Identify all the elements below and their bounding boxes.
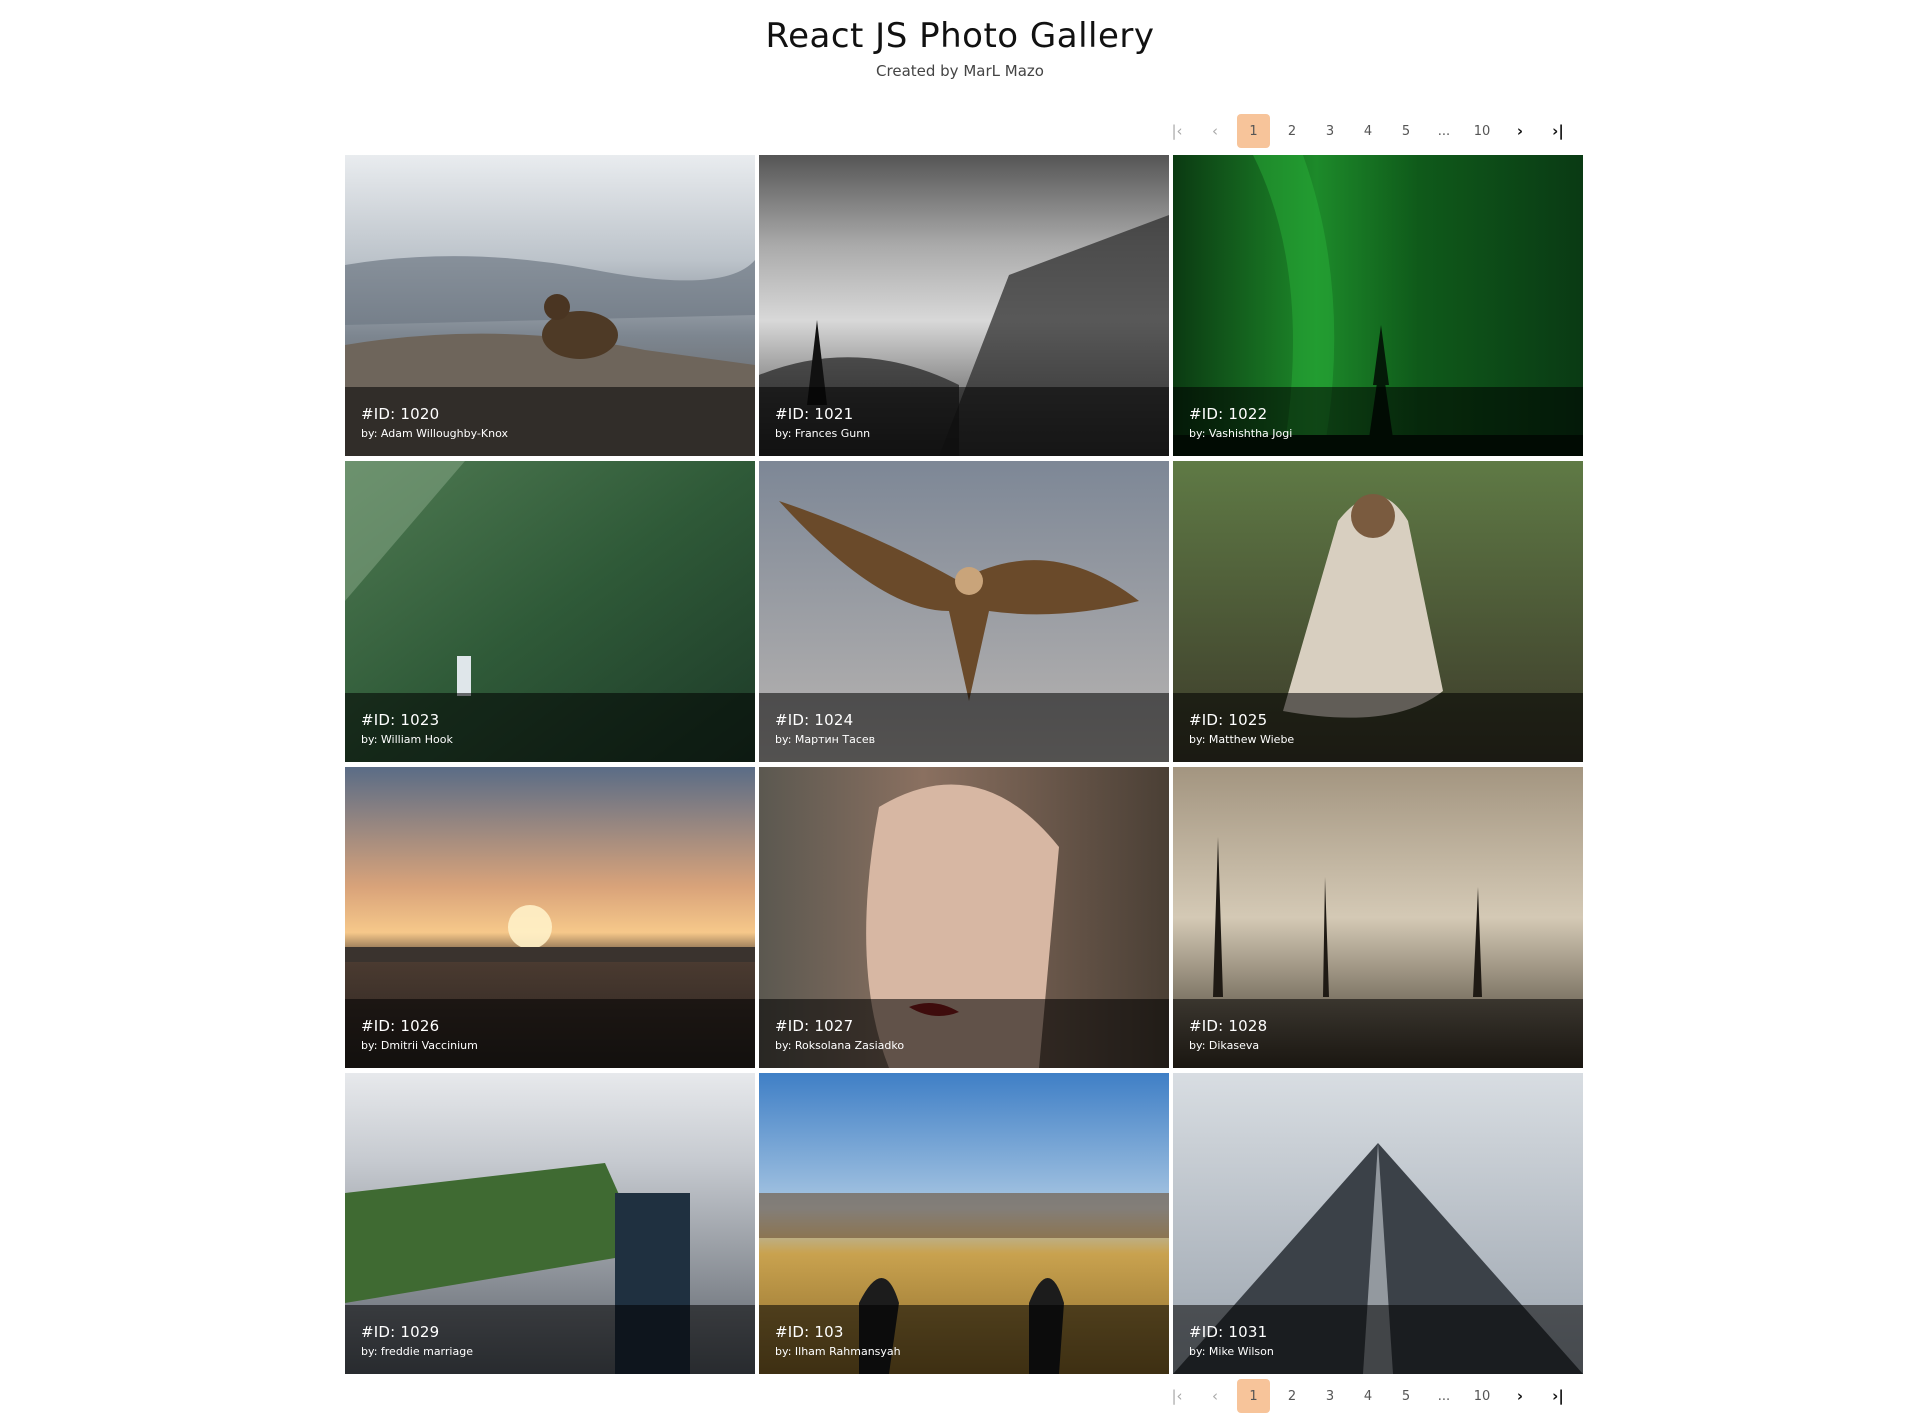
photo-id: #ID: 1027 (775, 1017, 854, 1035)
page-ellipsis[interactable]: ... (1425, 1379, 1463, 1413)
photo-id: #ID: 1026 (361, 1017, 440, 1035)
photo-id: #ID: 1028 (1189, 1017, 1268, 1035)
photo-id: #ID: 1031 (1189, 1323, 1268, 1341)
page-link-3[interactable]: 3 (1311, 114, 1349, 148)
photo-author: by: Frances Gunn (775, 427, 871, 440)
photo-caption: #ID: 1021 by: Frances Gunn (759, 387, 1169, 456)
photo-id: #ID: 1029 (361, 1323, 440, 1341)
page-link-1[interactable]: 1 (1237, 1379, 1270, 1413)
last-page-icon[interactable]: ›| (1539, 1379, 1577, 1413)
photo-author: by: Mike Wilson (1189, 1345, 1274, 1358)
first-page-icon[interactable]: |‹ (1158, 114, 1196, 148)
photo-author: by: Мартин Тасев (775, 733, 876, 746)
photo-caption: #ID: 1020 by: Adam Willoughby-Knox (345, 387, 755, 456)
first-page-icon[interactable]: |‹ (1158, 1379, 1196, 1413)
page-link-5[interactable]: 5 (1387, 114, 1425, 148)
page-link-10[interactable]: 10 (1463, 1379, 1501, 1413)
photo-card[interactable]: #ID: 1028 by: Dikaseva (1173, 767, 1583, 1068)
photo-card[interactable]: #ID: 1029 by: freddie marriage (345, 1073, 755, 1374)
photo-caption: #ID: 1025 by: Matthew Wiebe (1173, 693, 1583, 762)
photo-card[interactable]: #ID: 1027 by: Roksolana Zasiadko (759, 767, 1169, 1068)
photo-caption: #ID: 1026 by: Dmitrii Vaccinium (345, 999, 755, 1068)
photo-card[interactable]: #ID: 1026 by: Dmitrii Vaccinium (345, 767, 755, 1068)
page-link-5[interactable]: 5 (1387, 1379, 1425, 1413)
photo-id: #ID: 1022 (1189, 405, 1268, 423)
photo-card[interactable]: #ID: 1022 by: Vashishtha Jogi (1173, 155, 1583, 456)
photo-card[interactable]: #ID: 1020 by: Adam Willoughby-Knox (345, 155, 755, 456)
photo-author: by: William Hook (361, 733, 453, 746)
photo-caption: #ID: 1023 by: William Hook (345, 693, 755, 762)
photo-id: #ID: 1020 (361, 405, 440, 423)
page-link-3[interactable]: 3 (1311, 1379, 1349, 1413)
photo-author: by: Dmitrii Vaccinium (361, 1039, 478, 1052)
photo-id: #ID: 1024 (775, 711, 854, 729)
photo-card[interactable]: #ID: 103 by: Ilham Rahmansyah (759, 1073, 1169, 1374)
page-link-2[interactable]: 2 (1273, 114, 1311, 148)
photo-author: by: Vashishtha Jogi (1189, 427, 1293, 440)
page-link-2[interactable]: 2 (1273, 1379, 1311, 1413)
page-link-10[interactable]: 10 (1463, 114, 1501, 148)
page-subtitle: Created by MarL Mazo (876, 62, 1044, 80)
photo-author: by: freddie marriage (361, 1345, 473, 1358)
photo-id: #ID: 1025 (1189, 711, 1268, 729)
photo-id: #ID: 103 (775, 1323, 844, 1341)
page-title: React JS Photo Gallery (765, 16, 1155, 56)
photo-caption: #ID: 1024 by: Мартин Тасев (759, 693, 1169, 762)
photo-grid: #ID: 1020 by: Adam Willoughby-Knox #ID: … (345, 155, 1585, 1374)
page-link-4[interactable]: 4 (1349, 1379, 1387, 1413)
photo-caption: #ID: 1022 by: Vashishtha Jogi (1173, 387, 1583, 456)
photo-author: by: Matthew Wiebe (1189, 733, 1295, 746)
next-page-icon[interactable]: › (1501, 114, 1539, 148)
last-page-icon[interactable]: ›| (1539, 114, 1577, 148)
pagination-bottom: |‹ ‹ 1 2 3 4 5 ... 10 › ›| (1158, 1378, 1577, 1414)
photo-id: #ID: 1021 (775, 405, 854, 423)
previous-page-icon[interactable]: ‹ (1196, 114, 1234, 148)
page-ellipsis[interactable]: ... (1425, 114, 1463, 148)
photo-card[interactable]: #ID: 1031 by: Mike Wilson (1173, 1073, 1583, 1374)
photo-caption: #ID: 1029 by: freddie marriage (345, 1305, 755, 1374)
photo-card[interactable]: #ID: 1023 by: William Hook (345, 461, 755, 762)
photo-caption: #ID: 1031 by: Mike Wilson (1173, 1305, 1583, 1374)
photo-author: by: Ilham Rahmansyah (775, 1345, 901, 1358)
page-link-1[interactable]: 1 (1237, 114, 1270, 148)
photo-caption: #ID: 1027 by: Roksolana Zasiadko (759, 999, 1169, 1068)
photo-author: by: Dikaseva (1189, 1039, 1260, 1052)
photo-card[interactable]: #ID: 1024 by: Мартин Тасев (759, 461, 1169, 762)
photo-caption: #ID: 103 by: Ilham Rahmansyah (759, 1305, 1169, 1374)
photo-caption: #ID: 1028 by: Dikaseva (1173, 999, 1583, 1068)
next-page-icon[interactable]: › (1501, 1379, 1539, 1413)
page-link-4[interactable]: 4 (1349, 114, 1387, 148)
photo-author: by: Roksolana Zasiadko (775, 1039, 905, 1052)
photo-card[interactable]: #ID: 1021 by: Frances Gunn (759, 155, 1169, 456)
pagination-top: |‹ ‹ 1 2 3 4 5 ... 10 › ›| (1158, 113, 1577, 149)
photo-card[interactable]: #ID: 1025 by: Matthew Wiebe (1173, 461, 1583, 762)
photo-id: #ID: 1023 (361, 711, 440, 729)
previous-page-icon[interactable]: ‹ (1196, 1379, 1234, 1413)
photo-author: by: Adam Willoughby-Knox (361, 427, 508, 440)
